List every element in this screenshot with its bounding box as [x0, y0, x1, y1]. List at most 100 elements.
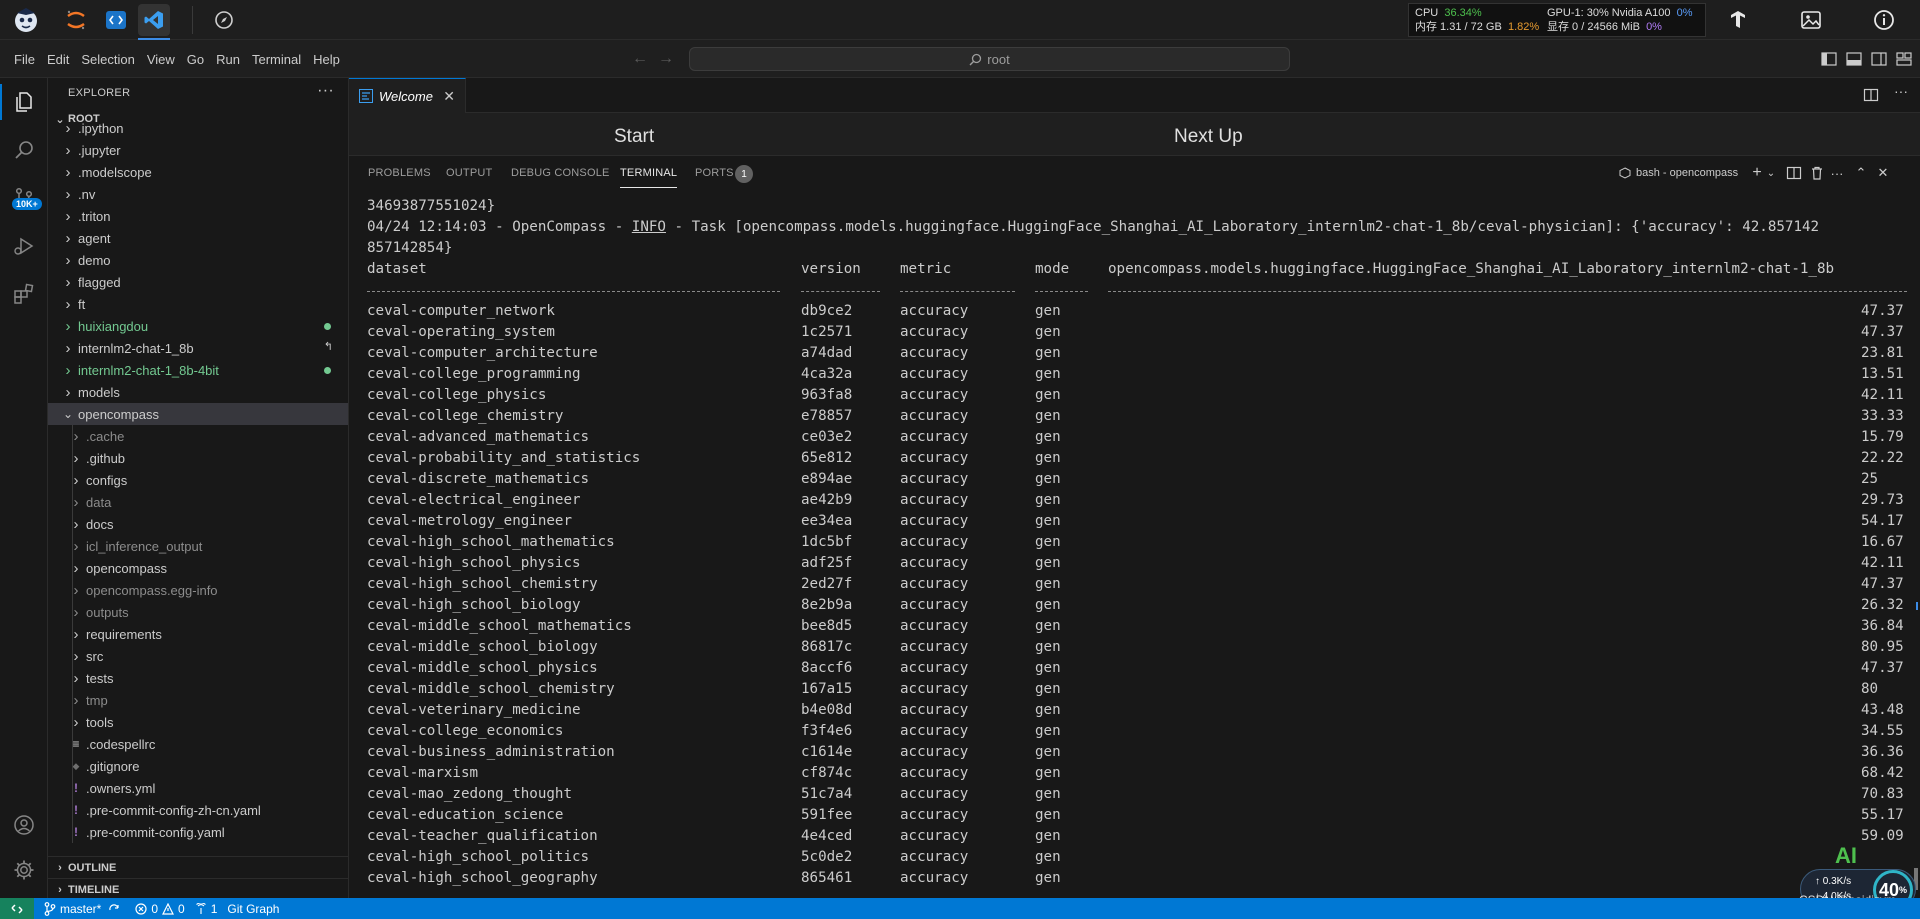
- back-arrow-icon[interactable]: ←: [632, 50, 648, 68]
- tab-problems[interactable]: PROBLEMS: [368, 167, 431, 179]
- explorer-icon[interactable]: [0, 78, 48, 126]
- customize-layout-icon[interactable]: [1895, 50, 1913, 68]
- result-mode: gen: [1035, 702, 1061, 718]
- folder-item[interactable]: › internlm2-chat-1_8b-4bit: [48, 359, 348, 381]
- folder-item[interactable]: › data: [48, 491, 348, 513]
- compass-icon[interactable]: [208, 4, 240, 36]
- terminal-scrollbar[interactable]: [1912, 196, 1918, 896]
- outline-section[interactable]: › OUTLINE: [48, 856, 348, 878]
- folder-item[interactable]: › requirements: [48, 623, 348, 645]
- app-launcher-icon[interactable]: [10, 4, 42, 36]
- extensions-icon[interactable]: [0, 270, 48, 318]
- folder-item[interactable]: › outputs: [48, 601, 348, 623]
- close-icon[interactable]: ✕: [443, 88, 455, 105]
- search-view-icon[interactable]: [0, 126, 48, 174]
- ports-status-button[interactable]: 1: [195, 902, 217, 916]
- folder-item[interactable]: › huixiangdou: [48, 315, 348, 337]
- folder-item[interactable]: › configs: [48, 469, 348, 491]
- folder-item[interactable]: › .github: [48, 447, 348, 469]
- image-viewer-icon[interactable]: [1797, 6, 1825, 34]
- folder-item[interactable]: › icl_inference_output: [48, 535, 348, 557]
- remote-indicator-icon[interactable]: [0, 898, 34, 919]
- info-icon[interactable]: [1870, 6, 1898, 34]
- menu-file[interactable]: File: [8, 52, 41, 67]
- git-graph-button[interactable]: Git Graph: [227, 902, 279, 916]
- jupyter-icon[interactable]: [60, 4, 92, 36]
- forward-arrow-icon[interactable]: →: [658, 50, 674, 68]
- folder-item[interactable]: › ft: [48, 293, 348, 315]
- menu-help[interactable]: Help: [307, 52, 346, 67]
- vscode-icon[interactable]: [138, 4, 170, 40]
- file-item[interactable]: ◆ .gitignore: [48, 755, 348, 777]
- menu-view[interactable]: View: [141, 52, 181, 67]
- folder-item[interactable]: › .jupyter: [48, 139, 348, 161]
- file-item[interactable]: ! .owners.yml: [48, 777, 348, 799]
- result-score: 55.17: [1861, 807, 1904, 823]
- chevron-down-icon[interactable]: ⌄: [1763, 165, 1779, 181]
- terminal-selector[interactable]: bash - opencompass: [1619, 164, 1738, 182]
- close-panel-icon[interactable]: ✕: [1875, 165, 1891, 181]
- folder-item[interactable]: › opencompass.egg-info: [48, 579, 348, 601]
- folder-item[interactable]: › demo: [48, 249, 348, 271]
- tab-welcome[interactable]: Welcome ✕: [349, 78, 466, 113]
- timeline-section[interactable]: › TIMELINE: [48, 878, 348, 898]
- trash-icon[interactable]: [1809, 165, 1825, 181]
- settings-gear-icon[interactable]: [0, 846, 48, 894]
- folder-item[interactable]: › src: [48, 645, 348, 667]
- split-terminal-icon[interactable]: [1786, 165, 1802, 181]
- split-editor-icon[interactable]: [1863, 87, 1879, 103]
- menu-edit[interactable]: Edit: [41, 52, 75, 67]
- folder-item[interactable]: › tools: [48, 711, 348, 733]
- result-mode: gen: [1035, 765, 1061, 781]
- folder-item[interactable]: › docs: [48, 513, 348, 535]
- run-debug-icon[interactable]: [0, 222, 48, 270]
- command-center-search[interactable]: root: [689, 47, 1290, 71]
- tab-ports[interactable]: PORTS: [695, 167, 734, 179]
- folder-item[interactable]: › .triton: [48, 205, 348, 227]
- account-icon[interactable]: [0, 801, 48, 849]
- tab-terminal[interactable]: TERMINAL: [620, 167, 678, 188]
- folder-item[interactable]: › .nv: [48, 183, 348, 205]
- terminal-output[interactable]: 34693877551024} 04/24 12:14:03 - OpenCom…: [367, 196, 1907, 896]
- maximize-panel-icon[interactable]: ⌃: [1853, 165, 1869, 181]
- folder-item[interactable]: › opencompass: [48, 557, 348, 579]
- folder-item[interactable]: › .modelscope: [48, 161, 348, 183]
- more-actions-icon[interactable]: ···: [317, 82, 334, 100]
- ai-assistant-badge[interactable]: AI: [1835, 843, 1857, 869]
- result-metric: accuracy: [900, 471, 969, 487]
- code-editor-icon[interactable]: [100, 4, 132, 36]
- tensorflow-icon[interactable]: [1724, 6, 1752, 34]
- file-item[interactable]: ≡ .codespellrc: [48, 733, 348, 755]
- folder-item[interactable]: › models: [48, 381, 348, 403]
- result-mode: gen: [1035, 366, 1061, 382]
- folder-item[interactable]: › .cache: [48, 425, 348, 447]
- menu-selection[interactable]: Selection: [75, 52, 140, 67]
- tab-output[interactable]: OUTPUT: [446, 167, 492, 179]
- file-item[interactable]: ! .pre-commit-config.yaml: [48, 821, 348, 843]
- toggle-secondary-sidebar-icon[interactable]: [1870, 50, 1888, 68]
- folder-item[interactable]: › agent: [48, 227, 348, 249]
- problems-button[interactable]: 0 0: [135, 902, 185, 916]
- result-metric: accuracy: [900, 660, 969, 676]
- toggle-panel-icon[interactable]: [1845, 50, 1863, 68]
- sync-icon: [109, 903, 119, 910]
- menu-run[interactable]: Run: [210, 52, 246, 67]
- file-item[interactable]: ! .pre-commit-config-zh-cn.yaml: [48, 799, 348, 821]
- panel-more-icon[interactable]: ···: [1829, 165, 1845, 181]
- result-score: 42.11: [1861, 555, 1904, 571]
- menu-terminal[interactable]: Terminal: [246, 52, 307, 67]
- editor-more-icon[interactable]: ···: [1894, 83, 1910, 99]
- folder-item[interactable]: › .ipython: [48, 117, 348, 139]
- folder-item[interactable]: › tests: [48, 667, 348, 689]
- folder-item[interactable]: › flagged: [48, 271, 348, 293]
- git-branch-button[interactable]: master*: [44, 902, 125, 916]
- folder-item[interactable]: › tmp: [48, 689, 348, 711]
- result-score: 13.51: [1861, 366, 1904, 382]
- result-metric: accuracy: [900, 702, 969, 718]
- tab-debug-console[interactable]: DEBUG CONSOLE: [511, 167, 610, 179]
- result-mode: gen: [1035, 807, 1061, 823]
- menu-go[interactable]: Go: [181, 52, 210, 67]
- toggle-primary-sidebar-icon[interactable]: [1820, 50, 1838, 68]
- folder-item[interactable]: › internlm2-chat-1_8b ↰: [48, 337, 348, 359]
- folder-item[interactable]: ⌄ opencompass: [48, 403, 348, 425]
